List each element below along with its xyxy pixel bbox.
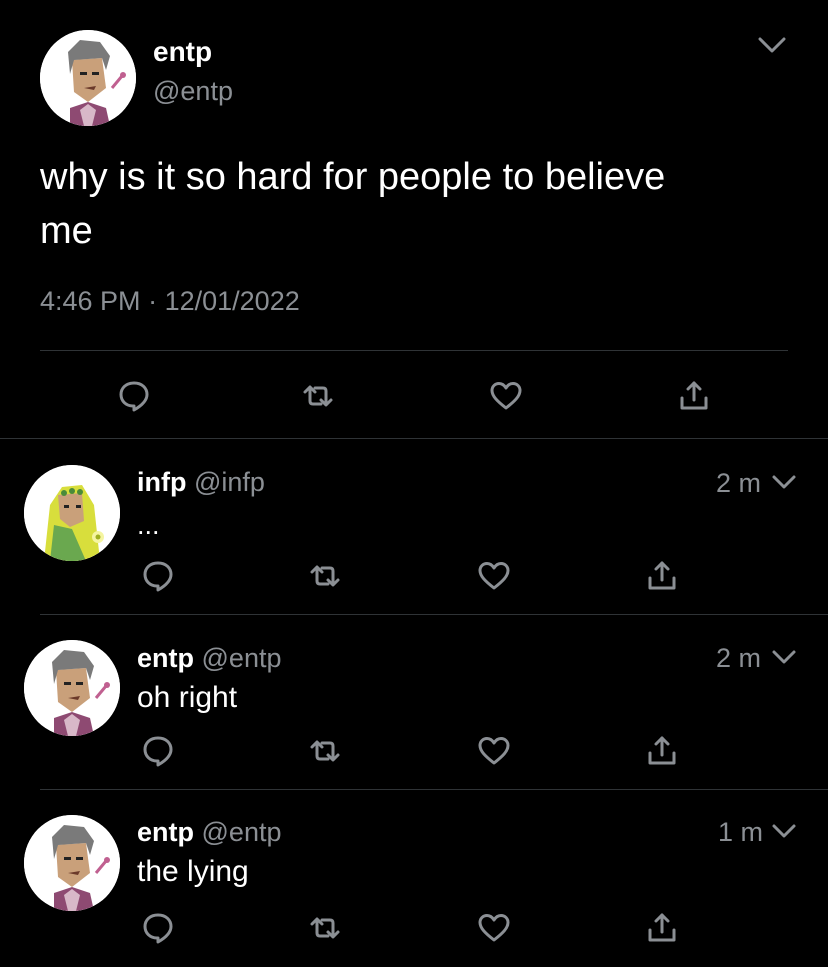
entp-avatar-image <box>24 640 120 736</box>
chevron-down-icon <box>772 650 796 664</box>
tweet-menu-button[interactable] <box>770 820 798 842</box>
share-icon <box>680 381 708 410</box>
display-name[interactable]: entp <box>153 36 212 68</box>
heart-icon <box>490 382 522 410</box>
retweet-icon <box>310 740 340 762</box>
tweet-menu-button[interactable] <box>755 32 789 58</box>
retweet-button[interactable] <box>308 559 342 593</box>
reply-icon <box>143 913 173 944</box>
divider <box>40 614 828 615</box>
retweet-button[interactable] <box>301 379 335 413</box>
like-button[interactable] <box>477 911 511 945</box>
reply-header: entp @entp <box>137 643 281 674</box>
reply-icon <box>143 736 173 767</box>
tweet-text: why is it so hard for people to believe … <box>40 150 665 258</box>
retweet-icon <box>303 385 333 407</box>
handle[interactable]: @entp <box>153 76 233 107</box>
tweet-text-line: me <box>40 210 93 252</box>
heart-icon <box>478 737 510 765</box>
entp-avatar-image <box>24 815 120 911</box>
share-button[interactable] <box>677 379 711 413</box>
display-name[interactable]: entp <box>137 817 194 847</box>
infp-avatar-image <box>24 465 120 561</box>
share-button[interactable] <box>645 734 679 768</box>
reply-button[interactable] <box>141 734 175 768</box>
like-button[interactable] <box>489 379 523 413</box>
tweet-date: 12/01/2022 <box>164 286 300 316</box>
reply-header: infp @infp <box>137 467 265 498</box>
avatar[interactable] <box>40 30 136 126</box>
retweet-button[interactable] <box>308 734 342 768</box>
reply-age[interactable]: 2 m <box>716 468 761 499</box>
handle[interactable]: @entp <box>202 643 282 673</box>
chevron-down-icon <box>772 824 796 838</box>
timestamp-separator: · <box>148 286 158 316</box>
retweet-button[interactable] <box>308 911 342 945</box>
like-button[interactable] <box>477 734 511 768</box>
divider <box>0 438 828 439</box>
reply-icon <box>119 381 149 412</box>
chevron-down-icon <box>772 475 796 489</box>
retweet-icon <box>310 565 340 587</box>
reply-button[interactable] <box>141 559 175 593</box>
retweet-icon <box>310 917 340 939</box>
reply-button[interactable] <box>117 379 151 413</box>
tweet-menu-button[interactable] <box>770 646 798 668</box>
reply-age[interactable]: 2 m <box>716 643 761 674</box>
like-button[interactable] <box>477 559 511 593</box>
tweet-timestamp[interactable]: 4:46 PM · 12/01/2022 <box>40 286 300 317</box>
divider <box>40 350 788 351</box>
reply-icon <box>143 561 173 592</box>
share-icon <box>648 913 676 942</box>
share-button[interactable] <box>645 559 679 593</box>
divider <box>40 789 828 790</box>
reply-text: the lying <box>137 855 249 888</box>
reply-age[interactable]: 1 m <box>718 817 763 848</box>
handle[interactable]: @infp <box>194 467 265 497</box>
avatar[interactable] <box>24 815 120 911</box>
tweet-menu-button[interactable] <box>770 471 798 493</box>
reply-header: entp @entp <box>137 817 281 848</box>
reply-text: ... <box>137 510 160 540</box>
avatar[interactable] <box>24 465 120 561</box>
entp-avatar-image <box>40 30 136 126</box>
handle[interactable]: @entp <box>202 817 282 847</box>
heart-icon <box>478 914 510 942</box>
tweet-text-line: why is it so hard for people to believe <box>40 156 666 198</box>
avatar[interactable] <box>24 640 120 736</box>
reply-text: oh right <box>137 681 238 714</box>
share-icon <box>648 561 676 590</box>
reply-button[interactable] <box>141 911 175 945</box>
chevron-down-icon <box>758 37 786 53</box>
heart-icon <box>478 562 510 590</box>
share-button[interactable] <box>645 911 679 945</box>
display-name[interactable]: entp <box>137 643 194 673</box>
tweet-time: 4:46 PM <box>40 286 141 316</box>
display-name[interactable]: infp <box>137 467 186 497</box>
share-icon <box>648 736 676 765</box>
